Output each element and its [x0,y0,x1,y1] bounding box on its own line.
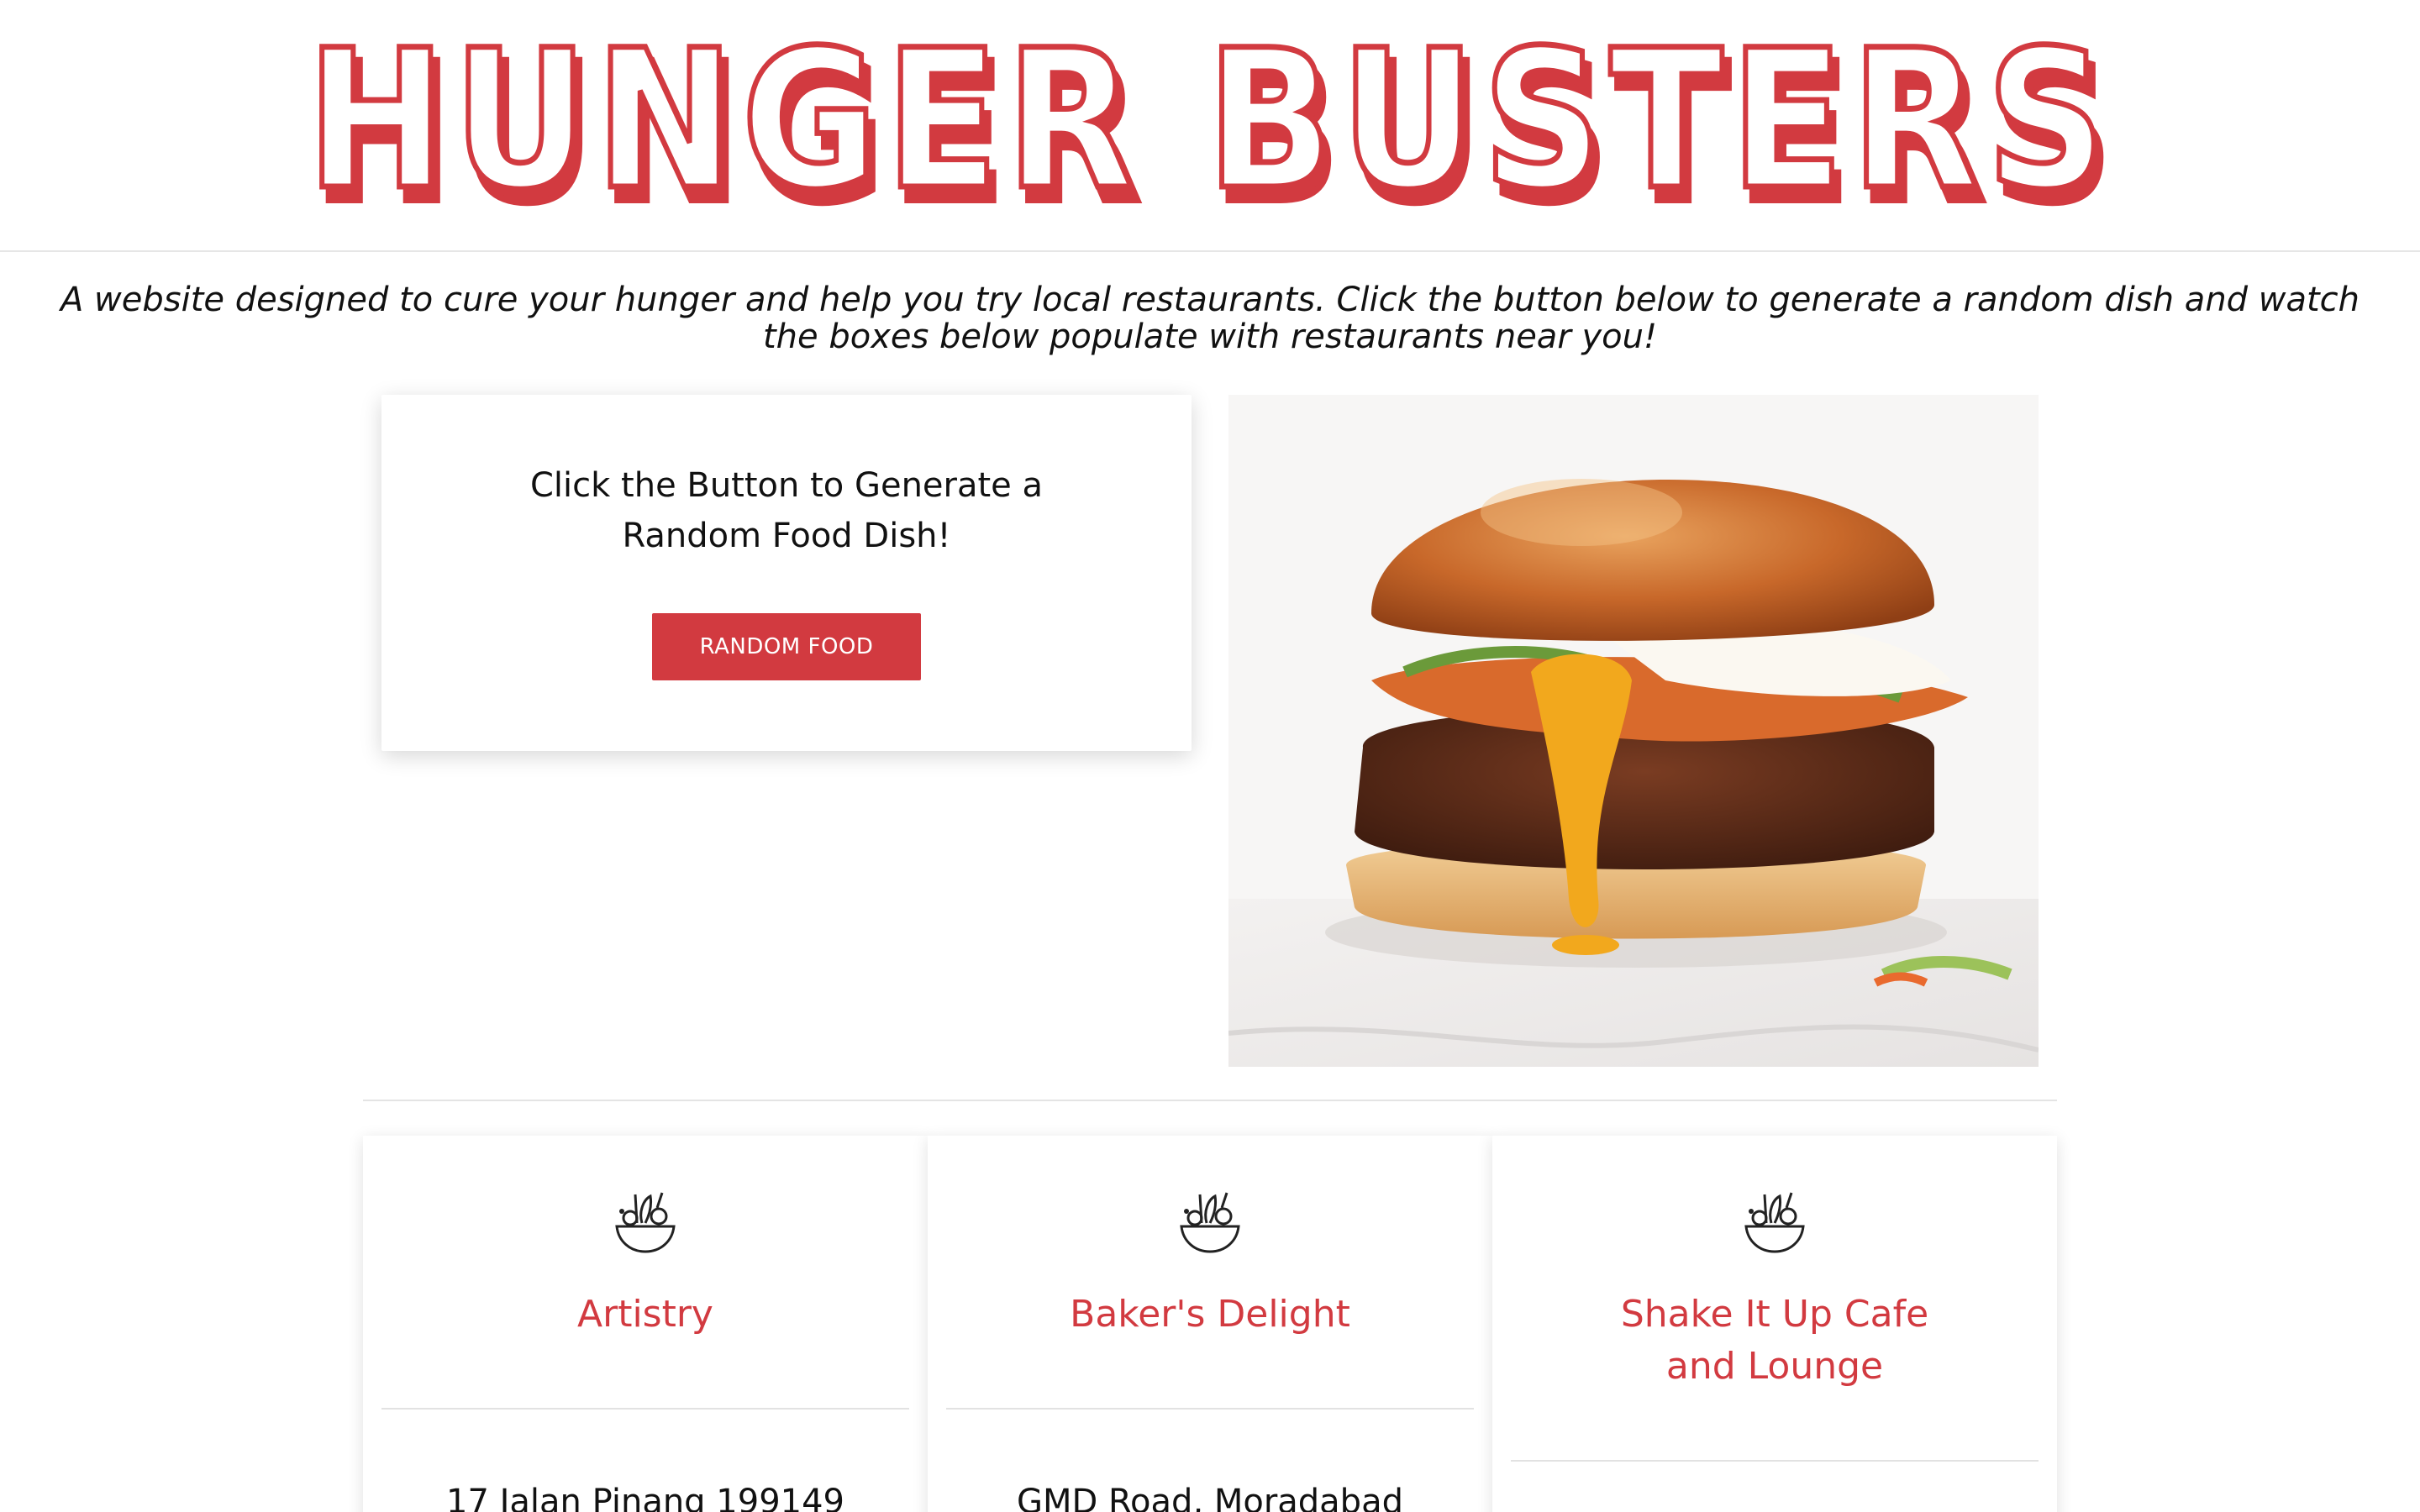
site-title: HUNGER BUSTERS [307,8,2113,232]
burger-photo [1228,395,2039,1067]
salad-bowl-icon [1744,1192,1805,1253]
random-food-card: Click the Button to Generate a Random Fo… [381,395,1192,751]
salad-bowl-icon [615,1192,676,1253]
section-divider [363,1100,2057,1101]
salad-bowl-icon [1180,1192,1240,1253]
card-separator [946,1408,1474,1410]
burger-illustration [1228,395,2039,1067]
restaurant-card: Baker's Delight GMD Road, Moradabad [928,1136,1492,1512]
card-separator [1511,1460,2039,1462]
restaurant-name[interactable]: Shake It Up Cafe and Lounge [1598,1289,1951,1393]
random-food-button[interactable]: RANDOM FOOD [652,613,921,680]
restaurant-card: Shake It Up Cafe and Lounge [1492,1136,2057,1512]
site-logo: HUNGER BUSTERS HUNGER BUSTERS [304,6,2116,249]
restaurant-name[interactable]: Artistry [380,1289,911,1341]
card-separator [381,1408,909,1410]
restaurant-address: GMD Road, Moradabad [1017,1483,1403,1512]
restaurant-address: 17 Jalan Pinang 199149 [446,1483,844,1512]
site-header: HUNGER BUSTERS HUNGER BUSTERS [0,0,2420,252]
random-food-prompt: Click the Button to Generate a Random Fo… [530,466,1043,555]
restaurant-name[interactable]: Baker's Delight [944,1289,1476,1341]
site-tagline: A website designed to cure your hunger a… [60,281,2360,356]
restaurant-card: Artistry 17 Jalan Pinang 199149 [363,1136,928,1512]
